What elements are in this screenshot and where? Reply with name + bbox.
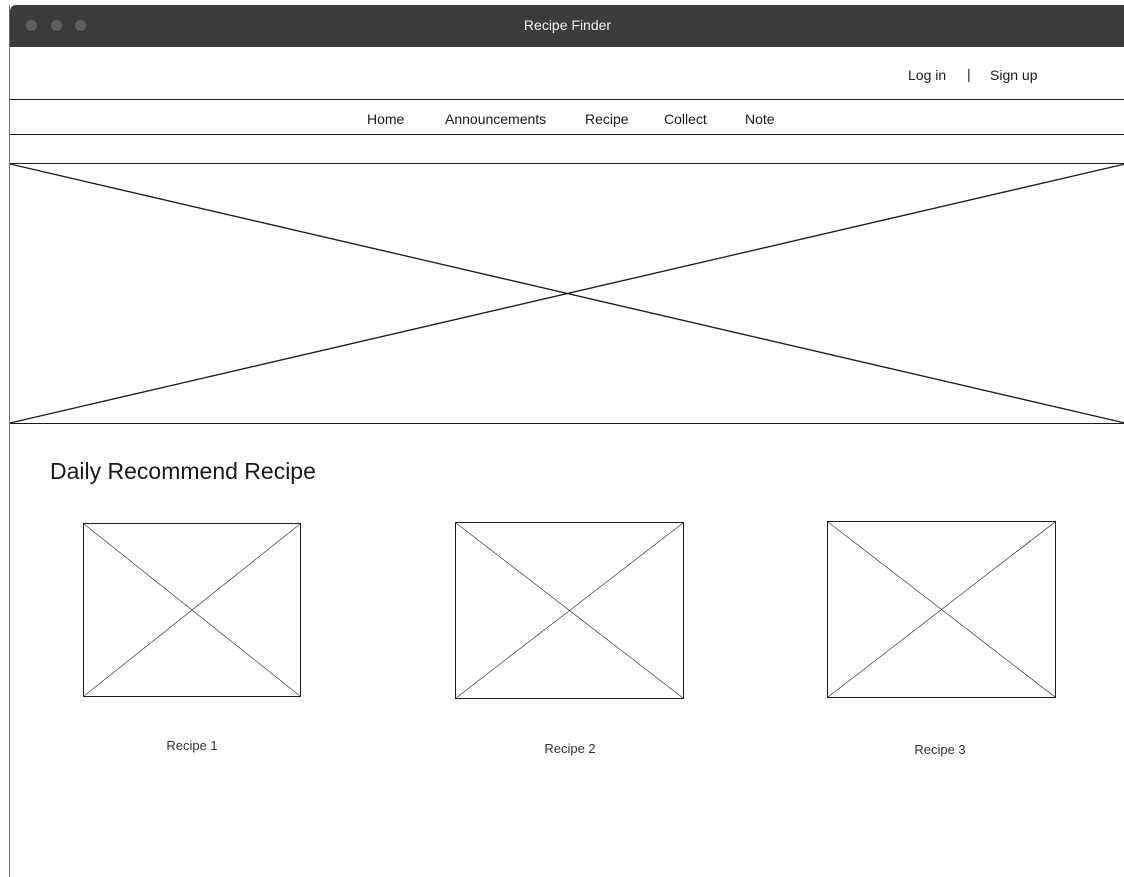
- title-bar: Recipe Finder: [10, 5, 1124, 47]
- image-placeholder-icon: [828, 522, 1055, 697]
- nav-item-home[interactable]: Home: [367, 111, 404, 127]
- nav-item-recipe[interactable]: Recipe: [585, 111, 629, 127]
- login-link[interactable]: Log in: [908, 67, 946, 83]
- recipe-2-image[interactable]: [455, 522, 684, 699]
- auth-separator: |: [967, 66, 971, 82]
- recipe-3-label[interactable]: Recipe 3: [840, 742, 1040, 757]
- browser-window: Recipe Finder Log in | Sign up Home Anno…: [9, 5, 1124, 877]
- auth-bar: Log in | Sign up: [10, 47, 1124, 100]
- nav-item-announcements[interactable]: Announcements: [445, 111, 546, 127]
- recipe-3-image[interactable]: [827, 521, 1056, 698]
- hero-banner-placeholder: [10, 163, 1124, 424]
- recipe-1-image[interactable]: [83, 523, 301, 697]
- main-nav: Home Announcements Recipe Collect Note: [10, 100, 1124, 135]
- nav-item-collect[interactable]: Collect: [664, 111, 707, 127]
- nav-item-note[interactable]: Note: [745, 111, 775, 127]
- window-title: Recipe Finder: [523, 17, 612, 33]
- image-placeholder-icon: [84, 524, 300, 696]
- image-placeholder-icon: [10, 164, 1124, 423]
- recipe-2-label[interactable]: Recipe 2: [470, 741, 670, 756]
- recipe-1-label[interactable]: Recipe 1: [92, 738, 292, 753]
- section-title: Daily Recommend Recipe: [50, 458, 316, 484]
- signup-link[interactable]: Sign up: [990, 67, 1037, 83]
- image-placeholder-icon: [456, 523, 683, 698]
